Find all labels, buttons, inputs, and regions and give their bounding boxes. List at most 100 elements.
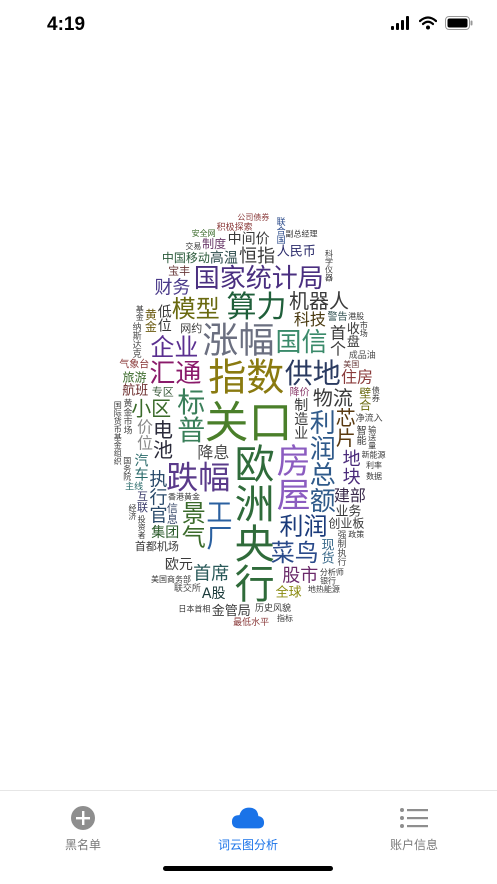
word-安全网: 安全网 <box>192 228 216 238</box>
word-旅游: 旅游 <box>122 370 146 384</box>
word-收盘: 收盘 <box>344 322 360 348</box>
word-国务院: 国务院 <box>123 457 132 482</box>
signal-icon <box>391 16 409 30</box>
word-算力: 算力 <box>227 290 287 325</box>
word-投资者: 投资者 <box>137 514 146 540</box>
word-价位: 价位 <box>134 418 153 450</box>
word-降息: 降息 <box>197 443 229 462</box>
word-模型: 模型 <box>172 295 220 323</box>
word-高温: 高温 <box>210 249 238 266</box>
word-警告: 警告 <box>328 310 348 323</box>
word-景气: 景气 <box>177 501 205 549</box>
word-气象台: 气象台 <box>119 357 149 370</box>
word-宝丰: 宝丰 <box>168 264 190 278</box>
list-icon <box>397 803 431 833</box>
word-人民币: 人民币 <box>277 244 316 259</box>
word-科学仪器: 科学仪器 <box>324 248 333 282</box>
word-涨幅: 涨幅 <box>202 320 274 361</box>
word-企业: 企业 <box>150 333 198 361</box>
word-净流入: 净流入 <box>356 412 383 424</box>
status-time: 4:19 <box>47 14 86 35</box>
word-黄金: 黄金 <box>143 308 157 332</box>
word-创业板: 创业板 <box>328 517 364 531</box>
word-汽车: 汽车 <box>133 453 149 481</box>
word-中国移动: 中国移动 <box>162 250 210 265</box>
word-芯片: 芯片 <box>332 407 356 447</box>
status-bar: 4:19 <box>0 0 497 52</box>
battery-icon <box>445 16 473 30</box>
tab-blacklist[interactable]: 黑名单 <box>13 803 153 863</box>
word-银行: 银行 <box>320 575 336 585</box>
word-股市: 股市 <box>282 565 318 586</box>
word-信息: 信息 <box>165 502 178 524</box>
word-中间价: 中间价 <box>228 232 270 248</box>
word-网约: 网约 <box>180 322 202 335</box>
word-副总经理: 副总经理 <box>286 228 318 238</box>
word-电池: 电池 <box>150 419 174 459</box>
word-欧元: 欧元 <box>165 557 193 573</box>
word-低位: 低位 <box>156 304 172 332</box>
word-政策: 政策 <box>348 529 364 539</box>
word-建部: 建部 <box>334 486 366 505</box>
word-科技: 科技 <box>294 310 326 329</box>
word-指数: 指数 <box>208 355 284 399</box>
word-现货: 现货 <box>319 538 335 564</box>
tab-account-info[interactable]: 账户信息 <box>344 803 484 863</box>
word-公司债券: 公司债券 <box>237 212 269 222</box>
word-首都机场: 首都机场 <box>135 539 179 553</box>
word-专区: 专区 <box>152 384 174 398</box>
word-恒指: 恒指 <box>239 246 275 267</box>
word-国际货币基金组织: 国际货币基金组织 <box>113 401 122 466</box>
word-利润: 利润 <box>280 513 328 541</box>
word-智能: 智能 <box>354 424 366 446</box>
word-国信: 国信 <box>275 328 327 358</box>
word-互联: 互联 <box>136 490 149 513</box>
tab-blacklist-label: 黑名单 <box>64 838 101 852</box>
status-icons <box>391 16 473 30</box>
home-indicator <box>163 866 333 871</box>
word-全球: 全球 <box>276 585 302 601</box>
word-债券: 债券 <box>371 385 380 403</box>
word-关口: 关口 <box>205 398 293 449</box>
word-标普: 标普 <box>173 387 206 443</box>
word-住房: 住房 <box>341 367 373 386</box>
word-经济: 经济 <box>128 503 137 521</box>
word-美国: 美国 <box>343 359 359 369</box>
word-欧洲央行: 欧洲央行 <box>228 443 275 603</box>
word-制造业: 制造业 <box>292 397 308 439</box>
tab-account-label: 账户信息 <box>389 838 438 852</box>
word-主线: 主线 <box>125 480 143 492</box>
word-纳斯达克: 纳斯达克 <box>131 321 142 359</box>
word-日本首相: 日本首相 <box>178 603 210 613</box>
word-黄金市场: 黄金市场 <box>121 397 131 435</box>
word-香港黄金: 香港黄金 <box>168 491 200 501</box>
word-集团: 集团 <box>151 524 179 541</box>
word-财务: 财务 <box>154 277 190 298</box>
word-壁合: 壁合 <box>358 385 372 410</box>
word-美国商务部: 美国商务部 <box>151 574 191 584</box>
tab-wordcloud-label: 词云图分析 <box>217 838 278 852</box>
word-指标: 指标 <box>277 613 293 623</box>
word-小区: 小区 <box>131 396 171 420</box>
word-地块: 地块 <box>340 449 361 485</box>
word-cloud-canvas: 关口欧洲央行指数涨幅房屋跌幅算力标普供地国家统计局利润总额国信汇通工厂 利润企业景… <box>113 212 385 628</box>
tab-wordcloud-analysis[interactable]: 词云图分析 <box>178 803 318 863</box>
wifi-icon <box>419 16 437 30</box>
word-交易: 交易 <box>185 241 201 251</box>
word-A股: A股 <box>202 586 226 602</box>
word-制度: 制度 <box>202 236 226 251</box>
word-执行官: 执行官 <box>146 470 167 524</box>
word-输送量: 输送量 <box>368 424 377 449</box>
word-工厂: 工厂 <box>202 499 232 551</box>
word-港股: 港股 <box>348 311 364 321</box>
word-菜鸟: 菜鸟 <box>271 539 319 567</box>
word-联合国: 联合国 <box>275 217 286 245</box>
word-分析师: 分析师 <box>320 567 344 577</box>
word-积极探索: 积极探索 <box>217 221 253 233</box>
word-利润总额: 利润总额 <box>305 409 335 513</box>
word-最低水平: 最低水平 <box>233 616 269 628</box>
word-cloud[interactable]: 关口 欧洲央行 指数 涨幅 房屋 跌幅 算力 标普 供地 国家统计局 利润总额 国信 汇通 工厂 利润 企业景… <box>30 66 467 772</box>
word-基金: 基金 <box>135 304 144 321</box>
word-首席: 首席 <box>193 563 229 584</box>
word-降价: 降价 <box>290 385 310 398</box>
